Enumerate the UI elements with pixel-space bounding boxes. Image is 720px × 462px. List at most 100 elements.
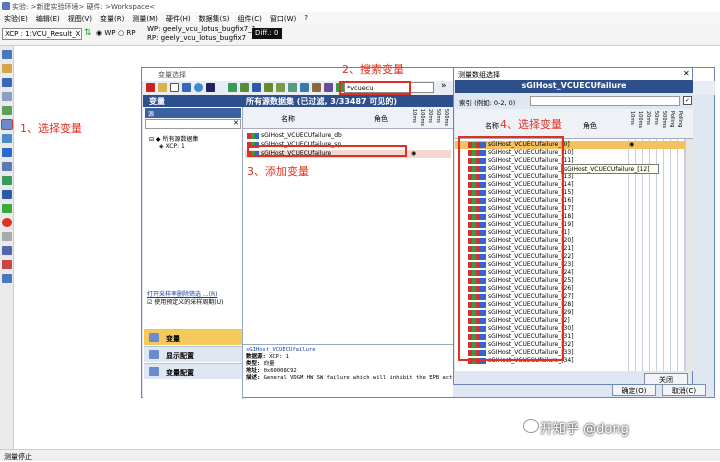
menu-experiment[interactable]: 实验(E): [4, 14, 28, 23]
pause-icon[interactable]: [2, 232, 12, 241]
arrows-icon[interactable]: ⇅: [84, 28, 92, 38]
rate-col-50ms: 50ms: [653, 111, 659, 125]
menu-dataset[interactable]: 数据集(S): [199, 14, 230, 23]
menu-edit[interactable]: 编辑(E): [36, 14, 60, 23]
variable-left-pane: 变量 源 ✕ ⊟ ◆ 所有源数据集 ◈ XCP: 1 打开采样率删除筛选 ...…: [143, 95, 243, 399]
text-icon[interactable]: [324, 83, 333, 92]
play-icon[interactable]: [2, 204, 12, 213]
menu-variable[interactable]: 变量(R): [100, 14, 124, 23]
variable-pane-header: 变量: [143, 95, 243, 107]
left-toolbar: [0, 46, 14, 449]
column-role[interactable]: 角色: [583, 121, 597, 131]
rate-col-100ms: 100ms: [637, 111, 643, 129]
tools-icon[interactable]: [2, 260, 12, 269]
variable-type-icon: [247, 132, 259, 139]
element-tooltip: sGIHost_VCUECUfailure_[12]: [561, 164, 659, 174]
array-list-scrollbar[interactable]: [685, 139, 693, 371]
list-icon[interactable]: [2, 162, 12, 171]
column-name[interactable]: 名称: [281, 114, 295, 124]
measure-icon[interactable]: [276, 83, 285, 92]
monitor-icon[interactable]: [2, 274, 12, 283]
ok-button[interactable]: 确定(O): [612, 384, 656, 396]
menu-hardware[interactable]: 硬件(H): [166, 14, 191, 23]
wp-radio[interactable]: ◉ WP: [96, 29, 116, 37]
rp-radio[interactable]: ○ RP: [118, 29, 135, 37]
column-role[interactable]: 角色: [374, 114, 388, 124]
apply-check-icon[interactable]: ✓: [683, 96, 692, 105]
folder-icon[interactable]: [158, 83, 167, 92]
sample-rate-filter-link[interactable]: 打开采样率删除筛选 ...(R): [147, 289, 217, 298]
scale-icon[interactable]: [264, 83, 273, 92]
block-icon[interactable]: [182, 83, 191, 92]
clear-filter-icon[interactable]: ✕: [233, 119, 239, 127]
blank-icon[interactable]: [170, 83, 179, 92]
more-icon[interactable]: »: [441, 81, 447, 91]
nav-variables[interactable]: 变量: [144, 329, 242, 345]
close-icon[interactable]: ✕: [683, 69, 690, 78]
rate-col-500ms: 500ms: [661, 111, 667, 129]
rate-col-10ms: 10ms: [411, 109, 417, 123]
watermark: 开知乎 @dong: [540, 422, 629, 437]
print-icon[interactable]: [2, 246, 12, 255]
dark-block-icon[interactable]: [206, 83, 215, 92]
variable-select-icon[interactable]: [1, 119, 13, 130]
view-icon[interactable]: [300, 83, 309, 92]
rate-col-polling-2: Polling: [677, 111, 683, 128]
rate-dot[interactable]: ◉: [411, 150, 416, 157]
calibrate-icon[interactable]: [2, 190, 12, 199]
status-text: 测量停止: [4, 453, 32, 461]
xcp-device-select[interactable]: XCP : 1:VCU_Result_X: [2, 28, 82, 40]
rate-col-50ms: 50ms: [435, 109, 441, 123]
tree-item-xcp[interactable]: ◈ XCP: 1: [159, 143, 185, 150]
tag-icon[interactable]: [312, 83, 321, 92]
record-icon[interactable]: [2, 218, 12, 227]
column-name[interactable]: 名称: [485, 121, 499, 131]
open-icon[interactable]: [2, 64, 12, 73]
delete-icon[interactable]: [146, 83, 155, 92]
edit-icon[interactable]: [2, 148, 12, 157]
use-default-rate-checkbox[interactable]: ☑ 使用预定义的采样周期(U): [147, 299, 241, 306]
display-icon: [149, 350, 159, 359]
globe-icon[interactable]: [194, 83, 203, 92]
window-title-bar: 实验: >新建实验环境> 硬件: >Workspace<: [0, 0, 720, 12]
menu-component[interactable]: 组件(C): [238, 14, 262, 23]
cancel-button[interactable]: 取消(C): [662, 384, 706, 396]
grid-icon[interactable]: [288, 83, 297, 92]
filter2-icon[interactable]: [240, 83, 249, 92]
menu-help[interactable]: ?: [304, 14, 308, 22]
close-button[interactable]: 关闭: [644, 373, 688, 385]
new-icon[interactable]: [2, 50, 12, 59]
index-row: 索引 (例如: 0-2, 0) ✓: [455, 93, 693, 109]
variable-column-header: 名称 角色 10ms 100ms 20ms 50ms 500ms: [243, 107, 453, 129]
annotation-2: 2、搜索变量: [342, 63, 404, 76]
search-highlight-box: [339, 81, 411, 95]
menu-view[interactable]: 视图(V): [68, 14, 92, 23]
index-input[interactable]: [530, 96, 680, 106]
menu-measure[interactable]: 测量(M): [132, 14, 158, 23]
array-header: sGIHost_VCUECUfailure: [455, 80, 693, 93]
menu-window[interactable]: 窗口(W): [270, 14, 296, 23]
source-filter-input[interactable]: [145, 119, 241, 129]
chart-icon[interactable]: [2, 176, 12, 185]
rp-value: RP: geely_vcu_lotus_bugfix7: [147, 34, 247, 42]
annotation-4: 4、选择变量: [500, 118, 562, 131]
tree-item-all-datasets[interactable]: ⊟ ◆ 所有源数据集: [149, 134, 198, 143]
save-icon[interactable]: [2, 78, 12, 87]
list-item[interactable]: sGIHost_VCUECUfailure_db: [247, 132, 342, 140]
filter-icon[interactable]: [228, 83, 237, 92]
nav-variable-config[interactable]: 变量配置: [144, 363, 242, 379]
window-title: 实验: >新建实验环境> 硬件: >Workspace<: [12, 3, 156, 11]
variable-icon: [149, 333, 159, 342]
chart-small-icon[interactable]: [252, 83, 261, 92]
source-filter[interactable]: 源: [145, 108, 241, 118]
nav-display-config[interactable]: 显示配置: [144, 346, 242, 362]
table-icon[interactable]: [2, 134, 12, 143]
hardware-icon[interactable]: [2, 106, 12, 115]
rate-dot[interactable]: ◉: [629, 141, 634, 148]
config-icon: [149, 367, 159, 376]
app-icon: [2, 2, 10, 10]
main-toolbar: XCP : 1:VCU_Result_X ⇅ ◉ WP ○ RP WP: gee…: [0, 24, 720, 46]
diff-indicator: Diff.: 0: [252, 28, 282, 39]
detail-row: 数据源: XCP: 1: [246, 354, 289, 360]
layers-icon[interactable]: [2, 92, 12, 101]
